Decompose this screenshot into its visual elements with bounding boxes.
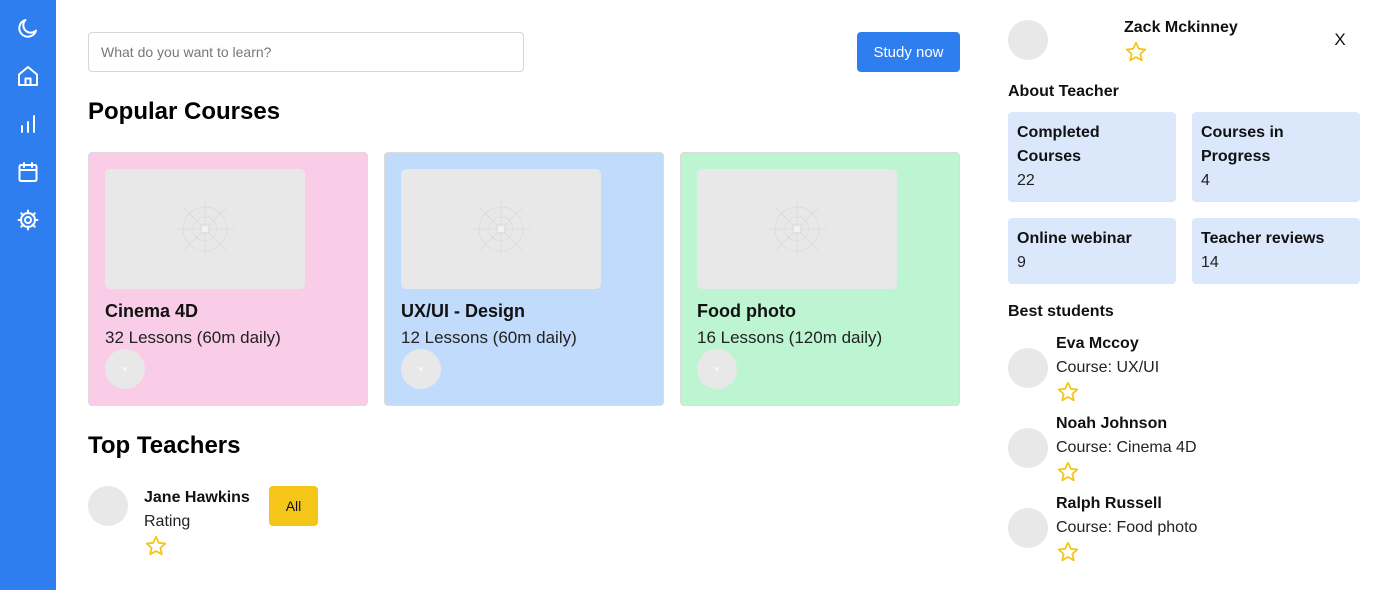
- teacher-avatar[interactable]: [88, 486, 128, 526]
- star-icon: [144, 534, 168, 558]
- home-icon[interactable]: [16, 64, 40, 88]
- stat-label: Completed Courses: [1017, 124, 1100, 165]
- stat-completed-courses: Completed Courses 22: [1008, 112, 1176, 202]
- star-icon: [1056, 460, 1080, 484]
- course-lessons: 16 Lessons (120m daily): [697, 328, 883, 347]
- profile-avatar: [1008, 20, 1048, 60]
- all-teachers-button[interactable]: All: [269, 486, 318, 526]
- course-lessons: 32 Lessons (60m daily): [105, 328, 281, 347]
- teacher-name[interactable]: Jane Hawkins: [144, 489, 250, 507]
- course-title: Food photo: [697, 301, 796, 321]
- star-icon: [1056, 380, 1080, 404]
- course-instructor-avatar: [401, 349, 441, 389]
- stat-label: Courses in Progress: [1201, 124, 1284, 165]
- stat-value: 22: [1017, 172, 1035, 189]
- best-students-title: Best students: [1008, 303, 1114, 320]
- stat-label: Online webinar: [1017, 230, 1132, 247]
- course-title: UX/UI - Design: [401, 301, 526, 321]
- stat-online-webinar: Online webinar 9: [1008, 218, 1176, 284]
- top-teachers-title: Top Teachers: [88, 432, 241, 459]
- student-course: Course: Cinema 4D: [1056, 439, 1197, 456]
- search-input[interactable]: [88, 32, 524, 72]
- course-thumbnail-image: [697, 169, 897, 289]
- course-title: Cinema 4D: [105, 301, 199, 321]
- about-teacher-title: About Teacher: [1008, 83, 1119, 100]
- star-icon: [1124, 40, 1148, 64]
- popular-courses-title: Popular Courses: [88, 98, 281, 125]
- student-course: Course: Food photo: [1056, 519, 1198, 536]
- study-now-button[interactable]: Study now: [857, 32, 960, 72]
- stat-value: 14: [1201, 254, 1219, 271]
- stat-courses-in-progress: Courses in Progress 4: [1192, 112, 1360, 202]
- course-card-cinema-4d[interactable]: Cinema 4D 32 Lessons (60m daily): [88, 152, 368, 406]
- student-avatar[interactable]: [1008, 428, 1048, 468]
- student-avatar[interactable]: [1008, 348, 1048, 388]
- settings-icon[interactable]: [16, 208, 40, 232]
- student-avatar[interactable]: [1008, 508, 1048, 548]
- student-name[interactable]: Noah Johnson: [1056, 415, 1167, 433]
- stat-label: Teacher reviews: [1201, 230, 1325, 247]
- course-lessons: 12 Lessons (60m daily): [401, 328, 577, 347]
- stat-teacher-reviews: Teacher reviews 14: [1192, 218, 1360, 284]
- calendar-icon[interactable]: [16, 160, 40, 184]
- bar-chart-icon[interactable]: [16, 112, 40, 136]
- student-name[interactable]: Ralph Russell: [1056, 495, 1162, 513]
- course-thumbnail-image: [105, 169, 305, 289]
- profile-name: Zack Mckinney: [1124, 19, 1238, 36]
- course-card-ux-ui-design[interactable]: UX/UI - Design 12 Lessons (60m daily): [384, 152, 664, 406]
- course-card-food-photo[interactable]: Food photo 16 Lessons (120m daily): [680, 152, 960, 406]
- close-button[interactable]: X: [1330, 28, 1350, 52]
- course-thumbnail-image: [401, 169, 601, 289]
- student-name[interactable]: Eva Mccoy: [1056, 335, 1139, 353]
- course-instructor-avatar: [697, 349, 737, 389]
- course-instructor-avatar: [105, 349, 145, 389]
- sidebar: [0, 0, 56, 590]
- teacher-rating-label: Rating: [144, 513, 191, 530]
- moon-icon[interactable]: [16, 16, 40, 40]
- stat-value: 9: [1017, 254, 1026, 271]
- star-icon: [1056, 540, 1080, 564]
- stat-value: 4: [1201, 172, 1210, 189]
- student-course: Course: UX/UI: [1056, 359, 1160, 376]
